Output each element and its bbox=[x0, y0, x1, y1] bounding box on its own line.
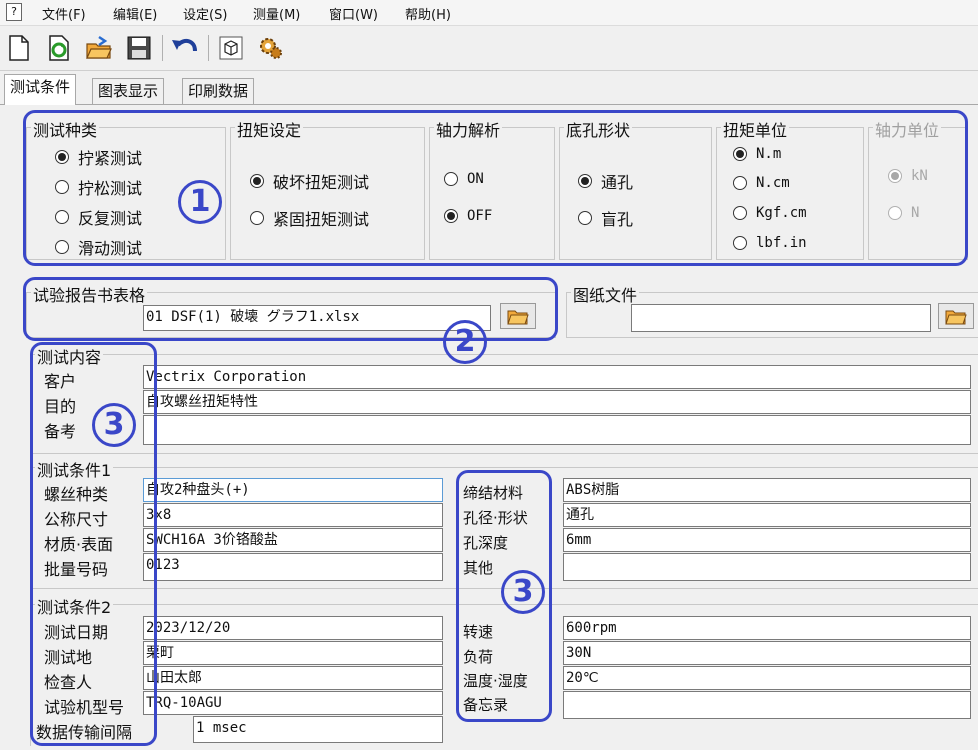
test-place-field[interactable]: 栗町 bbox=[143, 641, 443, 665]
drawing-browse-button[interactable] bbox=[938, 303, 974, 329]
menu-bar: ? 文件(F) 编辑(E) 设定(S) 测量(M) 窗口(W) 帮助(H) bbox=[0, 0, 978, 26]
refresh-icon[interactable] bbox=[44, 33, 74, 63]
save-icon[interactable] bbox=[124, 33, 154, 63]
menu-edit[interactable]: 编辑(E) bbox=[113, 4, 157, 23]
toolbar bbox=[0, 27, 978, 71]
gear-icon[interactable] bbox=[256, 33, 286, 63]
toolbar-separator bbox=[208, 35, 209, 61]
tab-print-data[interactable]: 印刷数据 bbox=[182, 78, 255, 104]
speed-field[interactable]: 600rpm bbox=[563, 616, 971, 640]
lot-field[interactable]: 0123 bbox=[143, 553, 443, 581]
menu-measure[interactable]: 测量(M) bbox=[253, 4, 300, 23]
memo-field[interactable] bbox=[563, 691, 971, 719]
menu-file[interactable]: 文件(F) bbox=[42, 4, 86, 23]
app-icon[interactable]: ? bbox=[6, 3, 22, 21]
customer-field[interactable]: Vectrix Corporation bbox=[143, 365, 971, 389]
toolbar-separator bbox=[162, 35, 163, 61]
menu-settings[interactable]: 设定(S) bbox=[183, 4, 227, 23]
open-folder-icon bbox=[945, 310, 967, 325]
annotation-box-1 bbox=[23, 110, 968, 266]
undo-icon[interactable] bbox=[170, 33, 200, 63]
drawing-file-title: 图纸文件 bbox=[571, 282, 640, 306]
open-folder-icon[interactable] bbox=[84, 33, 114, 63]
menu-window[interactable]: 窗口(W) bbox=[329, 4, 378, 23]
menu-help[interactable]: 帮助(H) bbox=[405, 4, 451, 23]
annotation-number-3-left: 3 bbox=[92, 403, 136, 447]
hole-field[interactable]: 通孔 bbox=[563, 503, 971, 527]
annotation-number-3-right: 3 bbox=[501, 570, 545, 614]
new-file-icon[interactable] bbox=[4, 33, 34, 63]
transfer-interval-field[interactable]: 1 msec bbox=[193, 716, 443, 743]
annotation-box-3-left bbox=[30, 342, 157, 746]
screw-type-field[interactable]: 自攻2种盘头(+) bbox=[143, 478, 443, 502]
fasten-material-field[interactable]: ABS树脂 bbox=[563, 478, 971, 502]
inspector-field[interactable]: 山田太郎 bbox=[143, 666, 443, 690]
cube-icon[interactable] bbox=[216, 33, 246, 63]
purpose-field[interactable]: 自攻螺丝扭矩特性 bbox=[143, 390, 971, 414]
notes-field[interactable] bbox=[143, 415, 971, 445]
load-field[interactable]: 30N bbox=[563, 641, 971, 665]
drawing-file-field[interactable] bbox=[631, 304, 931, 332]
other-field[interactable] bbox=[563, 553, 971, 581]
hole-depth-field[interactable]: 6mm bbox=[563, 528, 971, 552]
material-field[interactable]: SWCH16A 3价铬酸盐 bbox=[143, 528, 443, 552]
size-field[interactable]: 3x8 bbox=[143, 503, 443, 527]
temp-humidity-field[interactable]: 20℃ bbox=[563, 666, 971, 690]
machine-model-field[interactable]: TRQ-10AGU bbox=[143, 691, 443, 715]
annotation-number-2: 2 bbox=[443, 320, 487, 364]
test-date-field[interactable]: 2023/12/20 bbox=[143, 616, 443, 640]
tab-test-conditions[interactable]: 测试条件 bbox=[4, 74, 77, 105]
annotation-number-1: 1 bbox=[178, 180, 222, 224]
tab-chart-display[interactable]: 图表显示 bbox=[92, 78, 165, 104]
